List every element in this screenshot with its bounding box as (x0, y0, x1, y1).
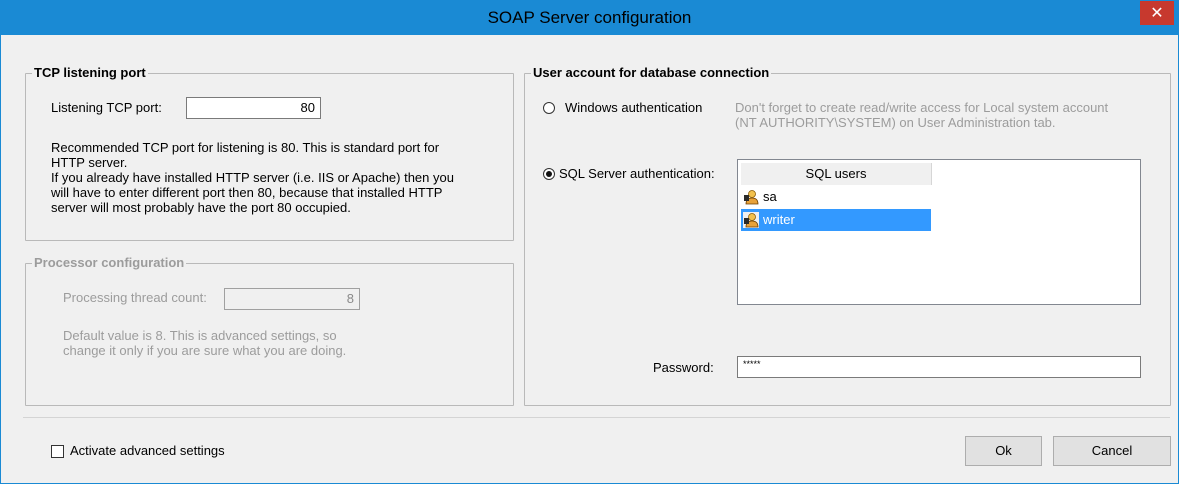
port-input[interactable]: 80 (186, 97, 321, 119)
user-icon (743, 212, 759, 228)
close-icon: ✕ (1150, 3, 1164, 22)
cancel-button[interactable]: Cancel (1053, 436, 1171, 466)
title-bar[interactable]: SOAP Server configuration ✕ (1, 1, 1178, 35)
processor-info-line: change it only if you are sure what you … (63, 343, 347, 358)
sql-users-list[interactable]: SQL users sa writer (737, 159, 1141, 305)
footer-divider (23, 417, 1170, 418)
advanced-settings-label[interactable]: Activate advanced settings (70, 443, 225, 459)
sql-users-header[interactable]: SQL users (741, 163, 932, 185)
radio-selected-dot (546, 171, 552, 177)
tcp-info-line: Recommended TCP port for listening is 80… (51, 140, 440, 155)
windows-auth-note-line: Don't forget to create read/write access… (735, 100, 1109, 115)
windows-auth-note-line: (NT AUTHORITY\SYSTEM) on User Administra… (735, 115, 1056, 130)
processor-info-text: Default value is 8. This is advanced set… (63, 328, 483, 358)
dialog-window: SOAP Server configuration ✕ TCP listenin… (0, 0, 1179, 484)
password-field[interactable]: ***** (737, 356, 1141, 378)
sql-auth-label[interactable]: SQL Server authentication: (559, 166, 715, 182)
password-label: Password: (653, 360, 714, 375)
tcp-port-legend: TCP listening port (32, 65, 148, 81)
advanced-settings-checkbox[interactable] (51, 445, 64, 458)
windows-auth-note: Don't forget to create read/write access… (735, 100, 1165, 130)
tcp-info-line: HTTP server. (51, 155, 128, 170)
port-label: Listening TCP port: (51, 100, 162, 115)
close-button[interactable]: ✕ (1140, 1, 1174, 25)
window-title: SOAP Server configuration (487, 8, 692, 27)
tcp-port-group: TCP listening port Listening TCP port: 8… (25, 65, 514, 241)
sql-auth-radio[interactable] (543, 168, 555, 180)
processor-legend: Processor configuration (32, 255, 187, 271)
tcp-info-line: If you already have installed HTTP serve… (51, 170, 454, 185)
user-account-legend: User account for database connection (531, 65, 772, 81)
windows-auth-label[interactable]: Windows authentication (565, 100, 702, 116)
processor-group: Processor configuration Processing threa… (25, 255, 514, 406)
tcp-info-line: server will most probably have the port … (51, 200, 351, 215)
dialog-body: TCP listening port Listening TCP port: 8… (9, 35, 1171, 475)
thread-count-label: Processing thread count: (63, 290, 207, 305)
tcp-info-line: will have to enter different port then 8… (51, 185, 443, 200)
ok-button[interactable]: Ok (965, 436, 1042, 466)
user-name: sa (763, 189, 777, 204)
list-item[interactable]: writer (741, 209, 931, 231)
user-account-group: User account for database connection Win… (524, 65, 1171, 406)
windows-auth-radio[interactable] (543, 102, 555, 114)
thread-count-input[interactable]: 8 (224, 288, 360, 310)
tcp-info-text: Recommended TCP port for listening is 80… (51, 140, 511, 215)
user-icon (744, 190, 759, 205)
user-name: writer (763, 212, 795, 227)
list-item[interactable]: sa (741, 186, 931, 208)
processor-info-line: Default value is 8. This is advanced set… (63, 328, 337, 343)
